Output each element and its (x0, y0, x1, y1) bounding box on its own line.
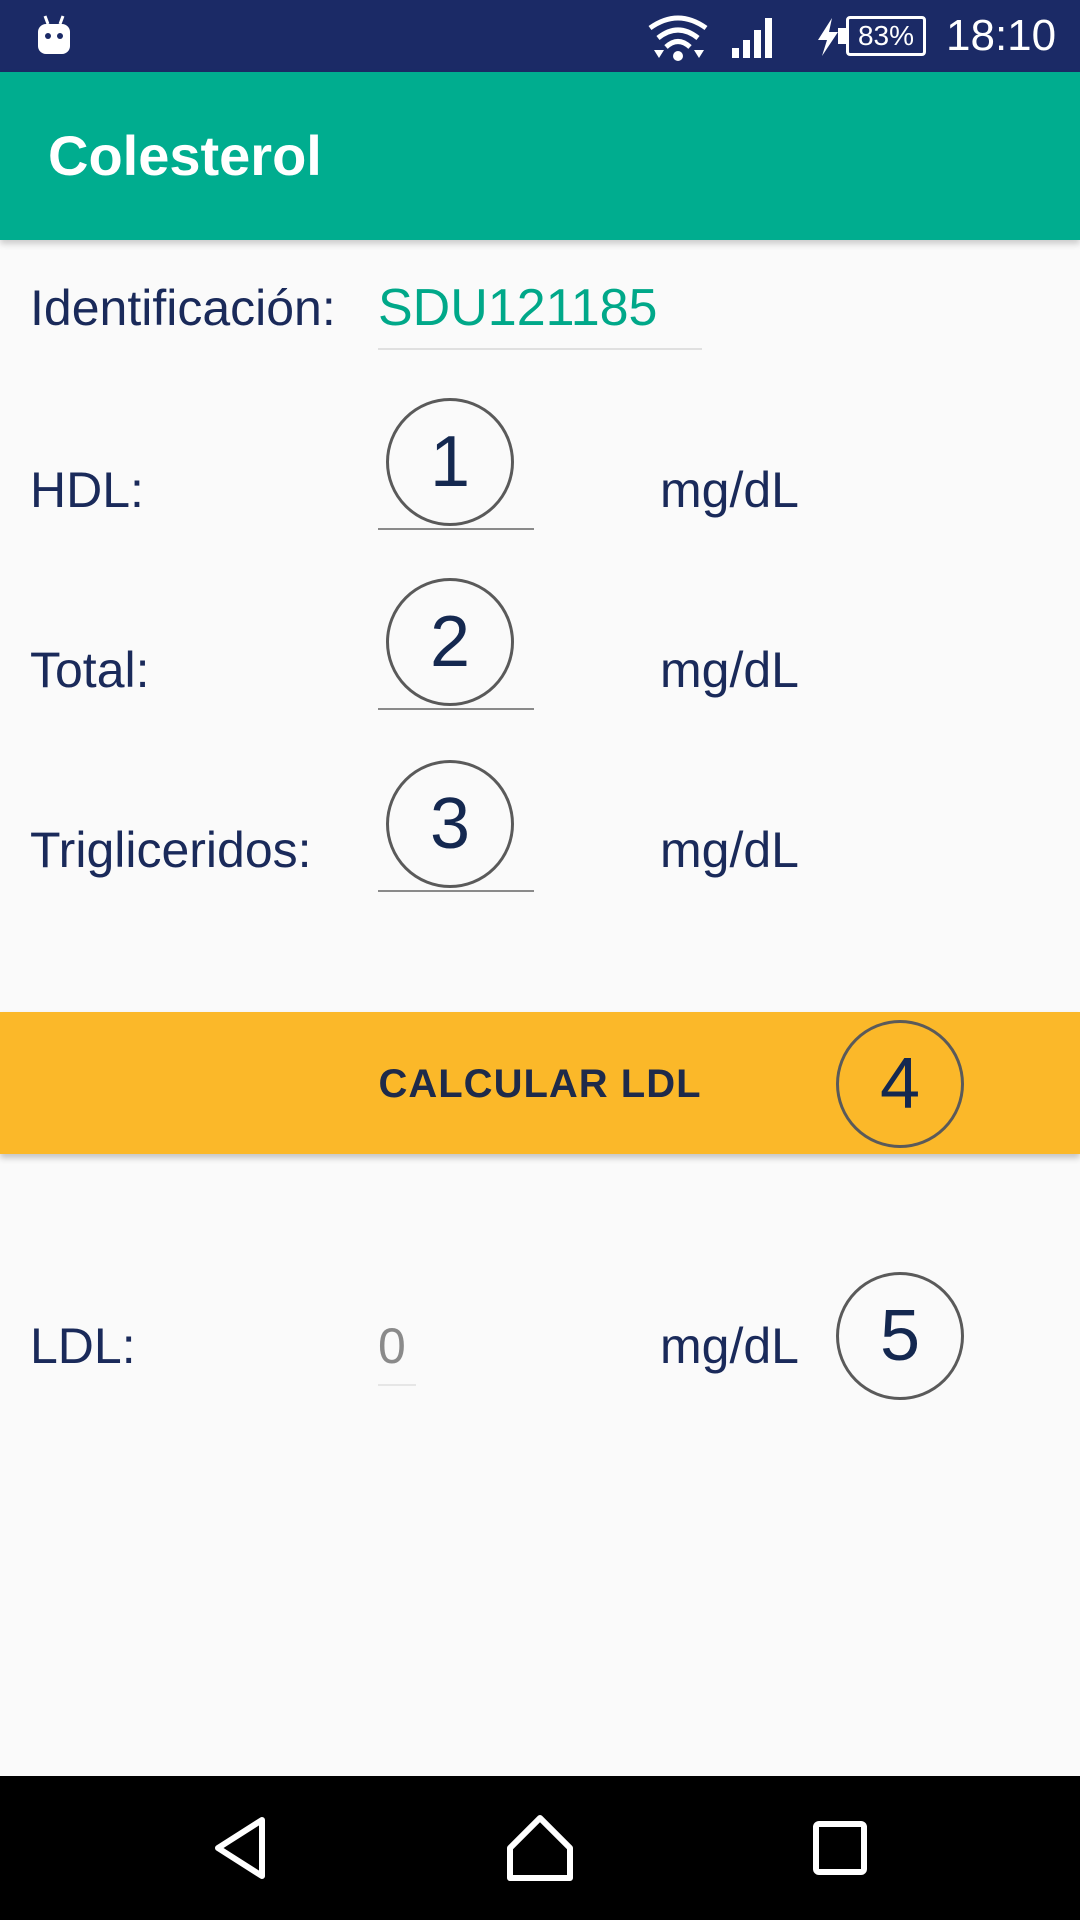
annotation-badge-5: 5 (836, 1272, 964, 1400)
trigliceridos-unit: mg/dL (660, 822, 799, 878)
total-label: Total: (30, 642, 150, 698)
battery-percent: 83% (857, 20, 915, 51)
annotation-badge-1: 1 (386, 398, 514, 526)
identificacion-underline (378, 348, 702, 350)
back-icon[interactable] (194, 1800, 290, 1896)
android-icon (38, 15, 70, 54)
total-unit: mg/dL (660, 642, 799, 698)
battery-tip (838, 28, 846, 44)
battery-icon: 83% (846, 16, 926, 56)
signal-icon (732, 18, 772, 58)
status-time: 18:10 (946, 11, 1057, 60)
wifi-icon (648, 15, 708, 61)
app-title: Colesterol (48, 124, 322, 187)
status-bar: 83% 18:10 (0, 0, 1080, 72)
home-icon[interactable] (492, 1800, 588, 1896)
navigation-bar (0, 1776, 1080, 1920)
ldl-value: 0 (378, 1318, 406, 1374)
annotation-badge-4: 4 (836, 1020, 964, 1148)
hdl-label: HDL: (30, 462, 144, 518)
identificacion-label: Identificación: (30, 280, 336, 336)
hdl-unit: mg/dL (660, 462, 799, 518)
annotation-badge-3: 3 (386, 760, 514, 888)
annotation-badge-2: 2 (386, 578, 514, 706)
ldl-unit: mg/dL (660, 1318, 799, 1374)
recents-icon[interactable] (792, 1800, 888, 1896)
ldl-underline (378, 1384, 416, 1386)
app-bar: Colesterol (0, 72, 1080, 240)
ldl-label: LDL: (30, 1318, 136, 1374)
trigliceridos-label: Trigliceridos: (30, 822, 312, 878)
identificacion-value[interactable]: SDU121185 (378, 278, 657, 338)
